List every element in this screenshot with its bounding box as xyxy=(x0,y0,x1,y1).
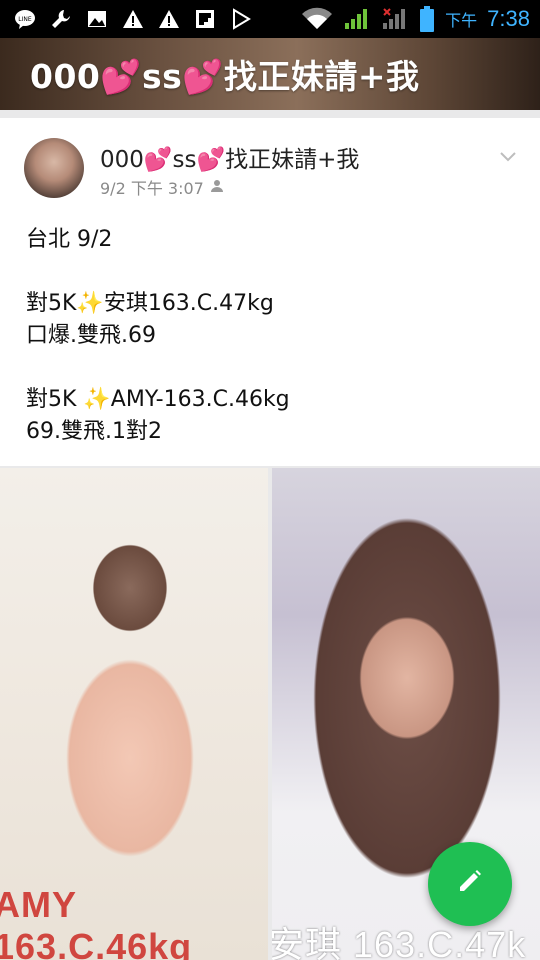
photo-caption: 安琪 163.C.47k xyxy=(272,924,527,960)
status-bar: LINE 下午 7:38 xyxy=(0,0,540,38)
person-icon xyxy=(210,178,224,197)
wrench-icon xyxy=(50,8,72,30)
flipboard-icon xyxy=(194,8,216,30)
battery-icon xyxy=(419,6,435,32)
post-card[interactable]: 000💕ss💕找正妹請+我 9/2 下午 3:07 台北 9/2 對5K✨安琪1… xyxy=(0,118,540,466)
svg-text:LINE: LINE xyxy=(18,16,32,23)
signal-x-icon xyxy=(381,8,409,30)
warning-icon xyxy=(122,8,144,30)
status-ampm: 下午 xyxy=(445,11,478,30)
signal-icon xyxy=(343,8,371,30)
post-photo[interactable]: AMY 163.C.46kg xyxy=(0,468,268,960)
play-store-icon xyxy=(230,8,252,30)
compose-button[interactable] xyxy=(428,842,512,926)
chevron-down-icon[interactable] xyxy=(498,146,518,166)
status-time: 7:38 xyxy=(487,6,530,31)
line-icon: LINE xyxy=(14,8,36,30)
post-body: 台北 9/2 對5K✨安琪163.C.47kg 口爆.雙飛.69 對5K ✨AM… xyxy=(26,227,290,444)
post-meta: 9/2 下午 3:07 xyxy=(100,175,224,199)
avatar[interactable] xyxy=(24,138,84,198)
warning-icon xyxy=(158,8,180,30)
wifi-icon xyxy=(301,7,333,30)
app-header: 000💕ss💕找正妹請+我 xyxy=(0,38,540,110)
image-icon xyxy=(86,8,108,30)
post-date: 9/2 下午 3:07 xyxy=(100,179,204,198)
pencil-icon xyxy=(455,867,485,901)
photo-caption: AMY 163.C.46kg xyxy=(0,884,193,960)
post-author[interactable]: 000💕ss💕找正妹請+我 xyxy=(100,140,359,174)
page-title: 000💕ss💕找正妹請+我 xyxy=(30,57,420,96)
